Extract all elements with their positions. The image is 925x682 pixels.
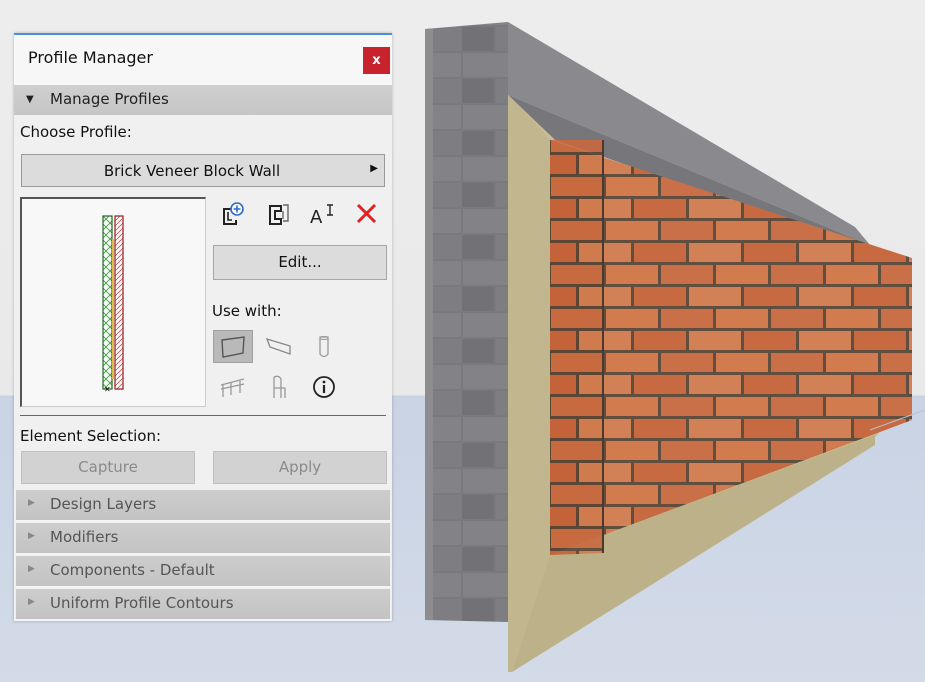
- wall-tool-icon: [221, 335, 245, 358]
- section-manage-profiles[interactable]: ▼ Manage Profiles: [14, 85, 392, 115]
- close-icon: x: [372, 53, 381, 68]
- apply-button[interactable]: Apply: [213, 451, 387, 484]
- capture-button[interactable]: Capture: [21, 451, 195, 484]
- section-manage-profiles-label: Manage Profiles: [50, 90, 169, 108]
- beam-tool-icon: [265, 337, 291, 355]
- use-with-column-toggle[interactable]: [304, 330, 344, 363]
- duplicate-profile-icon: [269, 204, 289, 225]
- chevron-right-icon: ▶: [370, 163, 378, 174]
- collapsed-triangle-icon: ▶: [28, 564, 35, 574]
- collapsed-triangle-icon: ▶: [28, 531, 35, 541]
- section-components-default[interactable]: ▶ Components - Default: [16, 556, 390, 588]
- delete-profile-icon: [356, 203, 377, 224]
- use-with-railing-toggle[interactable]: [213, 370, 253, 403]
- profile-preview-drawing: ✕: [102, 215, 124, 394]
- use-with-object-toggle[interactable]: [259, 370, 299, 403]
- element-selection-label: Element Selection:: [20, 427, 162, 445]
- new-profile-button[interactable]: [218, 200, 246, 228]
- section-uniform-contours-label: Uniform Profile Contours: [50, 594, 234, 612]
- collapsed-triangle-icon: ▶: [28, 498, 35, 508]
- rename-profile-button[interactable]: A: [308, 200, 336, 228]
- duplicate-profile-button[interactable]: [265, 200, 293, 228]
- section-design-layers-label: Design Layers: [50, 495, 157, 513]
- section-modifiers[interactable]: ▶ Modifiers: [16, 523, 390, 555]
- svg-text:A: A: [310, 207, 323, 228]
- svg-text:✕: ✕: [104, 385, 111, 394]
- railing-tool-icon: [220, 377, 245, 397]
- block-layer-shape: [102, 215, 113, 390]
- block-wall-end-face: [425, 22, 508, 622]
- collapsed-triangle-icon: ▶: [28, 597, 35, 607]
- panel-title: Profile Manager: [28, 48, 153, 67]
- edit-button[interactable]: Edit...: [213, 245, 387, 280]
- object-tool-icon: [273, 375, 286, 398]
- brick-layer-shape: [114, 215, 124, 390]
- use-with-beam-toggle[interactable]: [259, 330, 299, 363]
- delete-profile-button[interactable]: [353, 200, 381, 228]
- selected-profile-value: Brick Veneer Block Wall: [103, 162, 281, 180]
- panel-titlebar[interactable]: Profile Manager x: [14, 35, 392, 85]
- profile-selector[interactable]: Brick Veneer Block Wall ▶: [21, 154, 385, 187]
- close-button[interactable]: x: [363, 47, 390, 74]
- info-icon: [313, 375, 335, 398]
- brick-veneer-end-face: [550, 140, 603, 555]
- profile-preview: ✕: [20, 197, 206, 407]
- use-with-wall-toggle[interactable]: [213, 330, 253, 363]
- use-with-info-toggle[interactable]: [304, 370, 344, 403]
- choose-profile-label: Choose Profile:: [20, 123, 132, 141]
- column-tool-icon: [319, 335, 329, 357]
- use-with-label: Use with:: [212, 302, 282, 320]
- section-design-layers[interactable]: ▶ Design Layers: [16, 490, 390, 522]
- insulation-layer-shape: [112, 239, 114, 379]
- section-divider: [20, 415, 386, 416]
- section-uniform-profile-contours[interactable]: ▶ Uniform Profile Contours: [16, 589, 390, 621]
- profile-manager-panel: Profile Manager x ▼ Manage Profiles Choo…: [14, 33, 392, 621]
- expand-triangle-icon: ▼: [26, 94, 34, 105]
- rename-profile-icon: A: [310, 204, 333, 228]
- section-components-label: Components - Default: [50, 561, 215, 579]
- section-modifiers-label: Modifiers: [50, 528, 119, 546]
- new-profile-icon: [223, 202, 244, 225]
